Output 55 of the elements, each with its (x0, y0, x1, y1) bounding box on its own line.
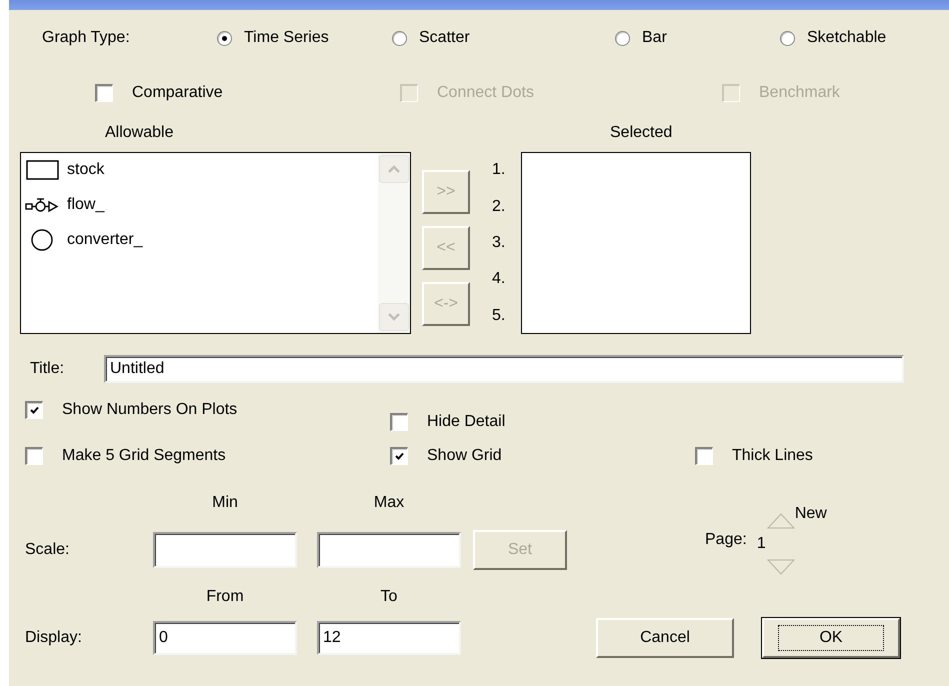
ok-button[interactable]: OK (762, 618, 900, 658)
checkbox-label[interactable]: Show Numbers On Plots (62, 401, 238, 419)
page-number: 1 (756, 535, 767, 553)
max-label: Max (374, 494, 404, 512)
list-item[interactable]: flow_ (67, 196, 104, 214)
checkbox[interactable] (25, 401, 43, 419)
checkbox-label[interactable]: Make 5 Grid Segments (62, 447, 226, 465)
checkmark-icon (30, 406, 39, 415)
radio-label[interactable]: Time Series (244, 29, 329, 47)
min-field[interactable] (153, 532, 297, 568)
from-field[interactable]: 0 (153, 621, 297, 655)
slot-number: 2. (492, 198, 506, 216)
max-field[interactable] (317, 532, 461, 568)
slot-number: 5. (492, 306, 506, 325)
list-item[interactable]: converter_ (67, 231, 143, 249)
radio-label[interactable]: Scatter (419, 29, 470, 47)
radio-button[interactable] (615, 30, 630, 46)
checkbox[interactable] (695, 447, 713, 465)
checkbox[interactable] (390, 413, 408, 431)
checkbox[interactable] (25, 447, 43, 465)
graph-type-label: Graph Type: (42, 29, 130, 47)
radio-label[interactable]: Bar (642, 29, 667, 47)
radio-button[interactable] (780, 30, 795, 46)
rectangle-icon (26, 160, 58, 180)
to-field[interactable]: 12 (317, 621, 461, 655)
allowable-heading: Allowable (105, 124, 174, 142)
circle-icon (30, 228, 54, 252)
from-label: From (206, 588, 244, 606)
checkbox-label[interactable]: Thick Lines (732, 447, 813, 465)
checkbox-label[interactable]: Hide Detail (427, 413, 506, 431)
chevron-down-icon (387, 313, 401, 321)
title-field[interactable]: Untitled (104, 355, 904, 383)
selected-heading: Selected (610, 124, 672, 142)
checkbox[interactable] (95, 84, 113, 102)
title-label: Title: (30, 360, 64, 378)
display-label: Display: (25, 629, 82, 647)
chevron-up-icon (387, 165, 401, 173)
slot-number: 4. (492, 270, 506, 288)
radio-label[interactable]: Sketchable (807, 29, 886, 47)
scale-label: Scale: (25, 541, 70, 559)
checkbox-label[interactable]: Comparative (132, 84, 223, 102)
checkbox[interactable] (390, 447, 408, 465)
list-item[interactable]: stock (67, 161, 104, 179)
slot-number: 1. (492, 161, 506, 180)
slot-number: 3. (492, 234, 506, 252)
valve-icon (25, 196, 59, 214)
min-label: Min (212, 494, 238, 512)
cancel-button[interactable]: Cancel (596, 618, 734, 658)
to-label: To (380, 588, 398, 606)
new-label: New (794, 505, 827, 523)
radio-button[interactable] (217, 30, 232, 46)
checkbox-label[interactable]: Show Grid (427, 447, 502, 465)
radio-button[interactable] (392, 30, 407, 46)
checkmark-icon (395, 452, 404, 461)
page-label: Page: (705, 531, 747, 549)
